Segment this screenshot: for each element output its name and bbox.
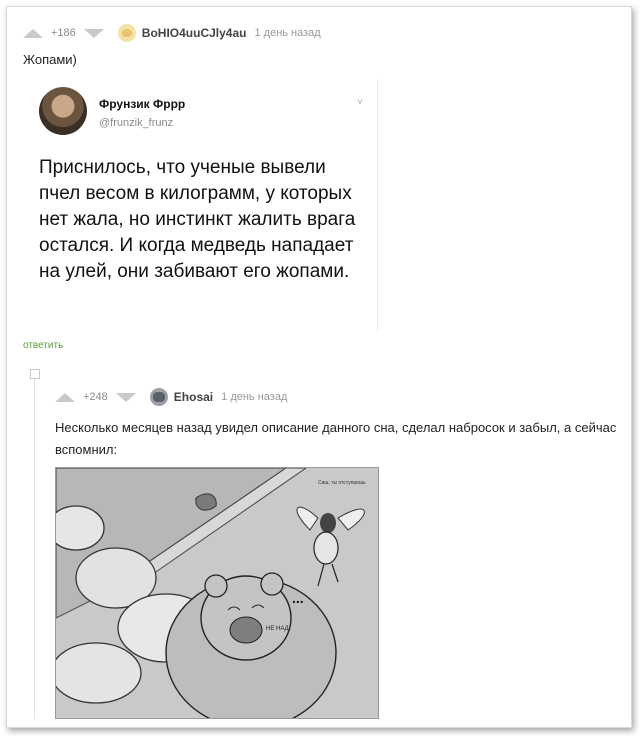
downvote-icon[interactable] [115, 392, 136, 402]
tweet-author-handle: @frunzik_frunz [99, 117, 174, 129]
avatar[interactable] [149, 388, 168, 406]
collapse-thread-icon[interactable] [30, 369, 40, 379]
comment-timestamp[interactable]: 1 день назад [254, 27, 320, 39]
ellipsis-dots: ... [292, 590, 304, 606]
comment-text: Жопами) [23, 52, 77, 67]
reply-timestamp[interactable]: 1 день назад [221, 391, 287, 403]
downvote-icon[interactable] [83, 28, 104, 38]
reply-author[interactable]: Ehosai [174, 390, 213, 404]
sketch-caption: Сиш, ты отступаешь [318, 480, 366, 486]
tweet-text: Приснилось, что ученые вывели пчел весом… [39, 157, 356, 282]
reply-rating: +248 [83, 391, 108, 403]
comment-header: +186 BoHIO4uuCJly4au 1 день назад [23, 23, 321, 43]
reply-link[interactable]: ответить [23, 340, 63, 351]
sketch-image: НЕ НАД ... Сиш, ты отступаешь [56, 468, 378, 718]
reply-text: Несколько месяцев назад увидел описание … [55, 420, 617, 457]
reply-header: +248 Ehosai 1 день назад [55, 387, 287, 407]
screenshot-frame: +186 BoHIO4uuCJly4au 1 день назад Жопами… [6, 6, 632, 728]
chevron-down-icon[interactable]: ˅ [357, 97, 363, 108]
comment-author[interactable]: BoHIO4uuCJly4au [142, 26, 247, 40]
upvote-icon[interactable] [23, 28, 43, 38]
upvote-icon[interactable] [55, 392, 75, 402]
tweet-author-name: Фрунзик Фррр [99, 97, 186, 111]
embedded-tweet: Фрунзик Фррр @frunzik_frunz ˅ Приснилось… [31, 79, 378, 331]
comment-rating: +186 [51, 27, 76, 39]
tweet-avatar [39, 87, 87, 135]
attached-drawing[interactable]: НЕ НАД ... Сиш, ты отступаешь [55, 467, 379, 719]
avatar[interactable] [117, 24, 136, 42]
bear-label: НЕ НАД [266, 626, 289, 632]
thread-line[interactable] [34, 379, 35, 719]
